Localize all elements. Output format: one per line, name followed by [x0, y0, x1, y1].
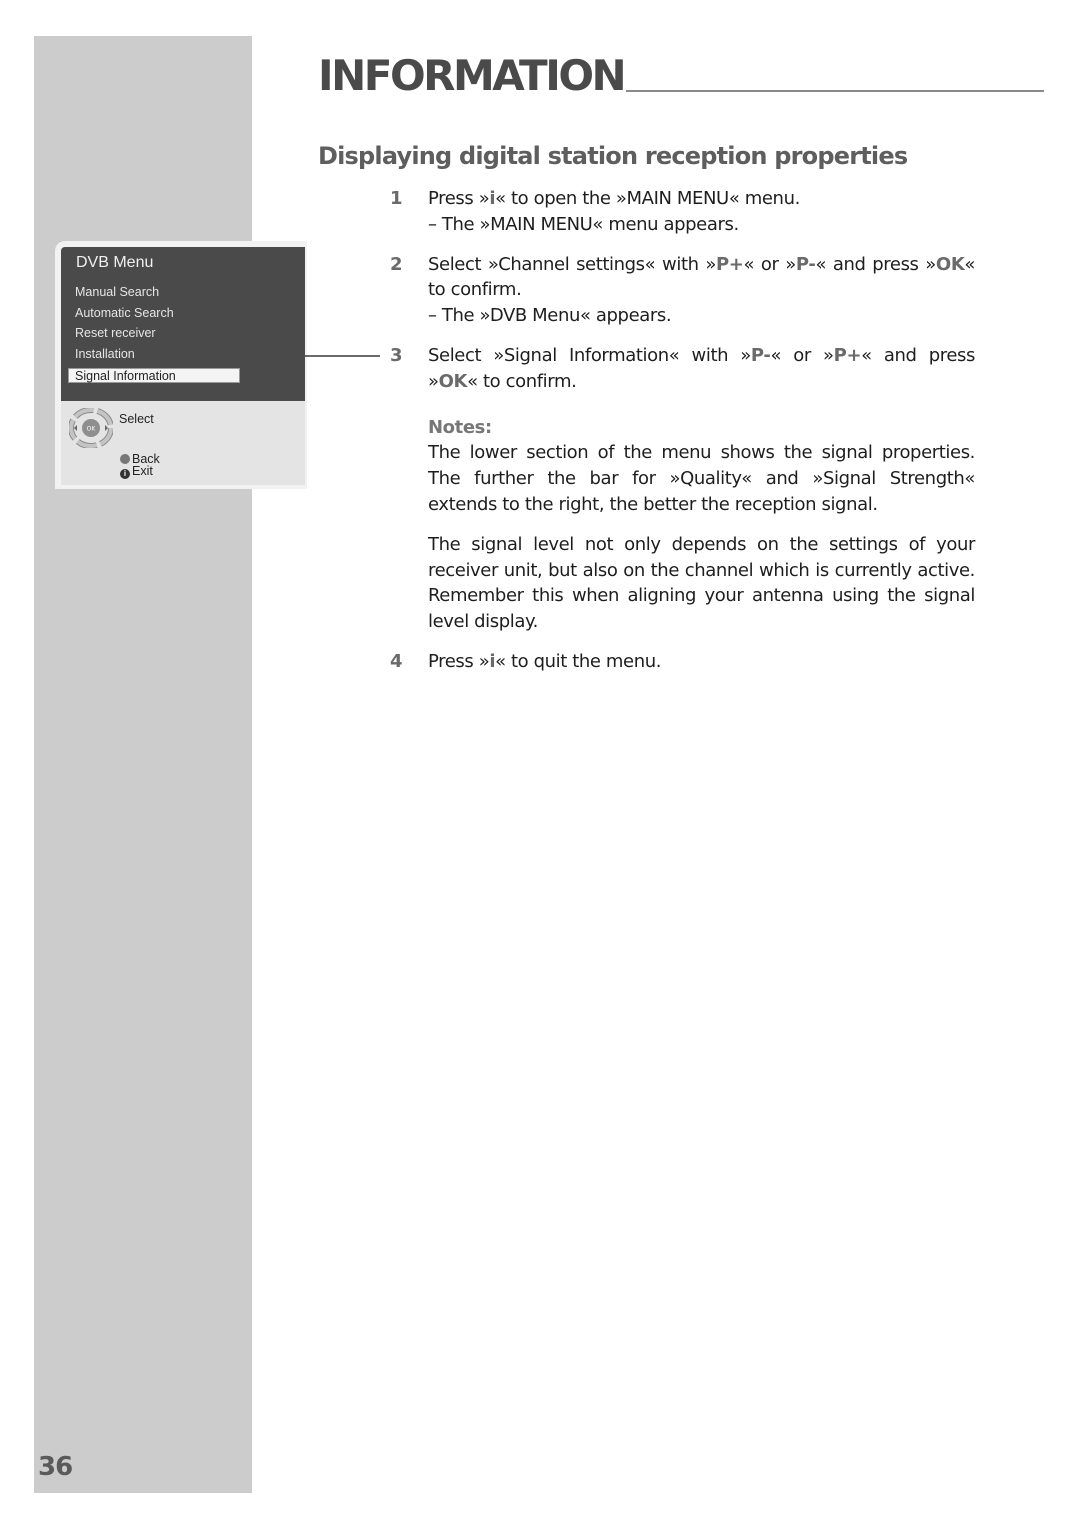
- step-3: 3 Select »Signal Information« with »P-« …: [390, 343, 975, 635]
- dvb-menu-hint-panel: OK Select Back i Exit: [61, 401, 305, 485]
- page-number: 36: [38, 1452, 73, 1482]
- select-hint: Select: [119, 412, 154, 426]
- chapter-title: INFORMATION: [318, 51, 627, 100]
- step-number: 2: [390, 253, 403, 275]
- dvb-menu: DVB Menu Manual Search Automatic Search …: [61, 247, 305, 485]
- ok-key-label: OK: [87, 426, 97, 433]
- dvb-menu-list-panel: DVB Menu Manual Search Automatic Search …: [61, 247, 305, 401]
- step-result: – The »MAIN MENU« menu appears.: [428, 213, 739, 235]
- dvb-menu-title: DVB Menu: [76, 254, 154, 271]
- callout-connector-line: [305, 355, 380, 357]
- menu-item-manual-search[interactable]: Manual Search: [75, 285, 159, 299]
- notes-title: Notes:: [428, 416, 492, 438]
- exit-hint-label: Exit: [132, 464, 153, 478]
- menu-item-reset-receiver[interactable]: Reset receiver: [75, 326, 156, 340]
- step-2: 2 Select »Channel settings« with »P+« or…: [390, 252, 975, 329]
- exit-hint: i Exit: [120, 465, 153, 479]
- header-rule: [626, 90, 1044, 92]
- note-paragraph: The signal level not only depends on the…: [428, 533, 975, 633]
- info-icon: i: [120, 469, 130, 479]
- p-minus-key: P-: [795, 253, 816, 275]
- p-minus-key: P-: [750, 344, 771, 366]
- menu-item-automatic-search[interactable]: Automatic Search: [75, 306, 174, 320]
- notes: Notes: The lower section of the menu sho…: [428, 415, 975, 635]
- step-4: 4 Press »i« to quit the menu.: [390, 649, 975, 675]
- step-number: 1: [390, 188, 403, 209]
- step-1: 1 Press »i« to open the »MAIN MENU« menu…: [390, 186, 975, 238]
- page-header: INFORMATION: [318, 51, 1044, 100]
- menu-item-installation[interactable]: Installation: [75, 347, 135, 361]
- menu-item-signal-information[interactable]: Signal Information: [68, 368, 240, 383]
- p-plus-key: P+: [833, 344, 862, 366]
- back-icon: [120, 454, 130, 464]
- ok-key: OK: [935, 253, 965, 275]
- p-plus-key: P+: [716, 253, 744, 275]
- ok-key: OK: [438, 370, 468, 392]
- dpad-navigation-icon: OK: [69, 408, 113, 448]
- section-title: Displaying digital station reception pro…: [318, 142, 908, 170]
- note-paragraph: The lower section of the menu shows the …: [428, 442, 975, 515]
- instructions: 1 Press »i« to open the »MAIN MENU« menu…: [390, 186, 975, 689]
- step-number: 3: [390, 344, 403, 366]
- step-result: – The »DVB Menu« appears.: [428, 305, 672, 327]
- step-number: 4: [390, 650, 403, 672]
